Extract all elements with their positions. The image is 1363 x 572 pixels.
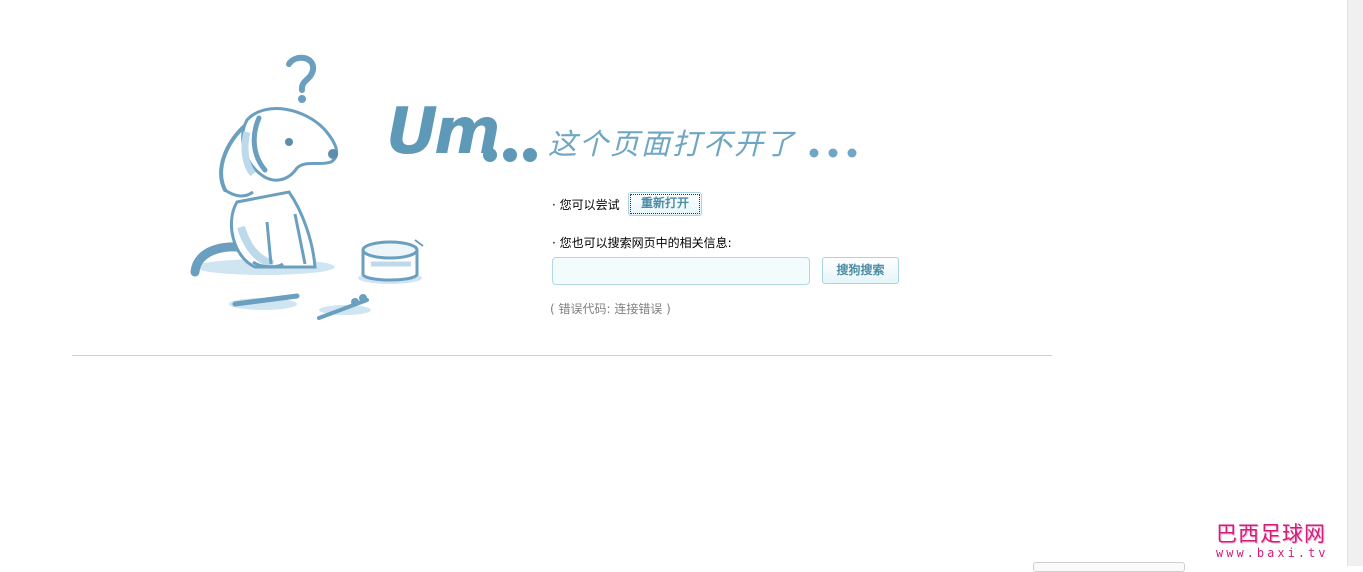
error-code: ( 错误代码: 连接错误 ) xyxy=(550,302,671,316)
retry-hint: · 您可以尝试 xyxy=(552,198,620,212)
ellipsis-dots xyxy=(483,148,537,162)
search-hint: · 您也可以搜索网页中的相关信息: xyxy=(552,236,732,250)
search-input[interactable] xyxy=(552,257,810,285)
sogou-search-button[interactable]: 搜狗搜索 xyxy=(822,257,899,284)
partial-popup-tab xyxy=(1033,562,1185,572)
divider xyxy=(72,355,1052,356)
watermark-url: www.baxi.tv xyxy=(1216,546,1329,560)
ellipsis-dots-trailing xyxy=(809,148,857,158)
page-title: 这个页面打不开了 xyxy=(548,127,797,161)
site-watermark: 巴西足球网 www.baxi.tv xyxy=(1216,522,1344,560)
confused-dog-icon xyxy=(190,54,424,320)
um-logo-text: Um xyxy=(386,95,501,169)
vertical-scrollbar[interactable] xyxy=(1347,0,1363,566)
reopen-button[interactable]: 重新打开 xyxy=(628,192,702,216)
watermark-title: 巴西足球网 xyxy=(1216,522,1326,546)
